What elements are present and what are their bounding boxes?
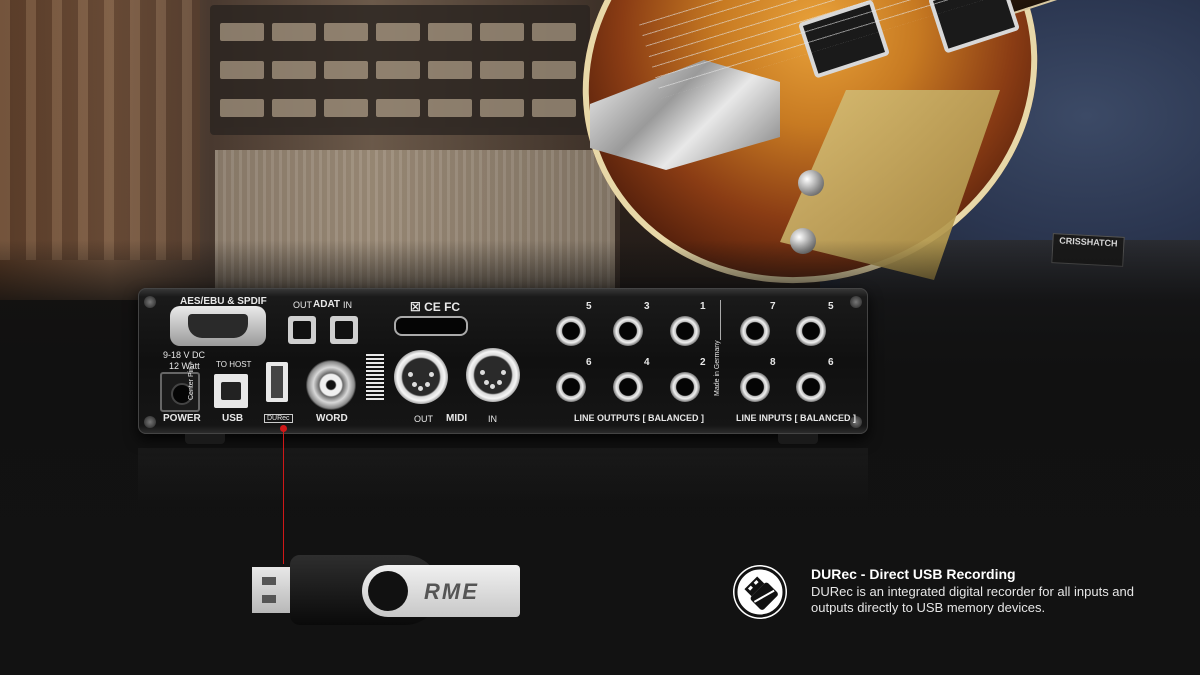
connection-line: [283, 428, 284, 564]
product-banner: CRISSHATCH AES/EBU & SPDIF OUT ADAT IN ☒…: [0, 0, 1200, 675]
device-reflection: [138, 448, 868, 508]
output-number: 4: [644, 357, 650, 368]
adat-out-port: [288, 316, 316, 344]
line-output-jack: [613, 316, 643, 346]
guitar-knob: [798, 170, 824, 196]
output-number: 6: [586, 357, 592, 368]
durec-port-label: DURec: [264, 414, 293, 423]
screw: [144, 296, 156, 308]
line-input-jack: [796, 372, 826, 402]
midi-in-port: [466, 348, 520, 402]
usb-stick-swivel: RME: [362, 565, 520, 617]
usb-host-port: [214, 374, 248, 408]
durec-usb-port: [266, 362, 288, 402]
adat-in-port: [330, 316, 358, 344]
window-blinds: [0, 0, 200, 260]
device-foot: [185, 434, 225, 444]
adat-label: ADAT: [313, 299, 341, 310]
line-input-jack: [740, 372, 770, 402]
midi-out-port: [394, 350, 448, 404]
certification-marks: ☒ CE FC: [410, 300, 461, 314]
screw: [850, 296, 862, 308]
feature-description: DURec is an integrated digital recorder …: [811, 584, 1135, 615]
made-in-label: Made in Germany: [714, 340, 721, 396]
kensington-slot: [394, 316, 468, 336]
line-output-jack: [556, 316, 586, 346]
input-number: 5: [828, 301, 834, 312]
word-clock-bnc: [306, 360, 356, 410]
midi-in-label: IN: [488, 414, 497, 424]
audio-interface-rear-panel: AES/EBU & SPDIF OUT ADAT IN ☒ CE FC 9-18…: [138, 288, 868, 434]
usb-label: USB: [222, 413, 244, 424]
line-output-jack: [670, 316, 700, 346]
screw: [144, 416, 156, 428]
midi-out-label: OUT: [414, 414, 433, 424]
input-number: 7: [770, 301, 776, 312]
line-output-jack: [613, 372, 643, 402]
line-input-jack: [796, 316, 826, 346]
center-pin-label: Center Pin +: [188, 360, 195, 400]
power-spec-line-1: 9-18 V DC: [163, 350, 206, 360]
power-spec-line-2: 12 Watt: [169, 361, 200, 371]
line-outputs-label: LINE OUTPUTS [ BALANCED ]: [574, 413, 704, 423]
line-output-jack: [556, 372, 586, 402]
word-label: WORD: [316, 413, 348, 424]
usb-stick-plug: [252, 567, 292, 613]
serial-number-sticker: [366, 354, 384, 400]
line-output-jack: [670, 372, 700, 402]
studio-rack: [210, 5, 590, 135]
output-number: 2: [700, 357, 706, 368]
power-label: POWER: [163, 413, 201, 424]
to-host-label: TO HOST: [216, 360, 252, 369]
aes-dsub-connector: [170, 306, 266, 346]
input-number: 6: [828, 357, 834, 368]
output-number: 1: [700, 301, 706, 312]
adat-out-label: OUT: [293, 300, 312, 310]
line-inputs-label: LINE INPUTS [ BALANCED ]: [736, 413, 856, 423]
adat-in-label: IN: [343, 300, 352, 310]
midi-label: MIDI: [446, 413, 468, 424]
output-number: 5: [586, 301, 592, 312]
section-divider: [720, 300, 721, 340]
output-number: 3: [644, 301, 650, 312]
input-number: 8: [770, 357, 776, 368]
line-input-jack: [740, 316, 770, 346]
device-foot: [778, 434, 818, 444]
feature-title: DURec - Direct USB Recording: [811, 566, 1016, 582]
usb-recording-icon: [733, 565, 787, 619]
rme-logo: RME: [424, 579, 479, 604]
usb-memory-stick: RME: [252, 555, 522, 627]
